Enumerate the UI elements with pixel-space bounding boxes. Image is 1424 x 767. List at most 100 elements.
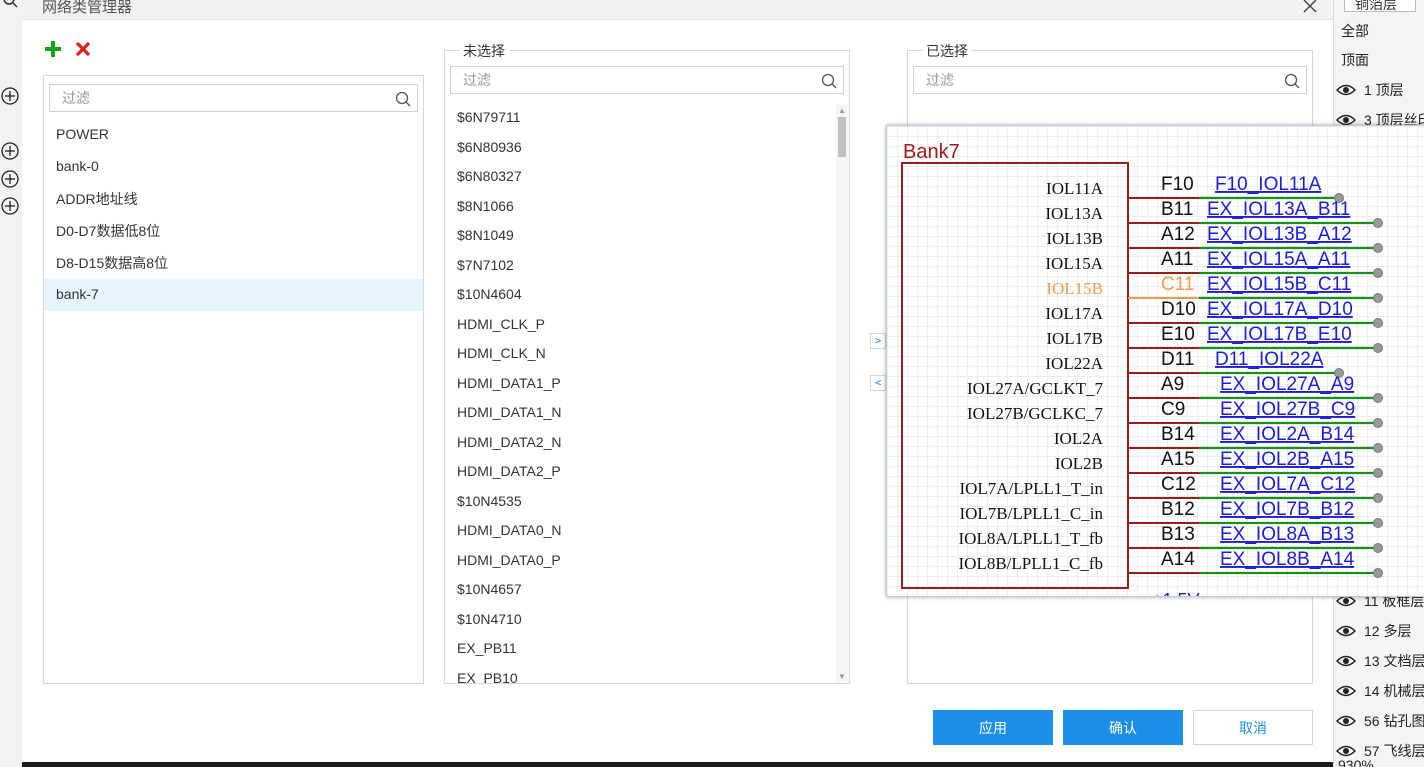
eye-icon[interactable] [1336,714,1356,728]
layers-tab[interactable]: 铜箔层 [1344,0,1416,12]
unselected-net-item[interactable]: HDMI_DATA1_N [445,398,835,428]
eye-icon[interactable] [1336,654,1356,668]
unselected-net-item[interactable]: HDMI_DATA1_P [445,369,835,399]
net-label[interactable]: EX_IOL17A_D10 [1207,299,1353,320]
close-icon[interactable] [1302,0,1318,14]
class-list-item[interactable]: POWER [44,119,423,151]
search-icon[interactable] [2,0,18,8]
unselected-net-item[interactable]: $8N1066 [445,192,835,222]
class-list-item[interactable]: D8-D15数据高8位 [44,248,423,280]
unselected-scrollbar[interactable]: ▲ ▼ [836,105,848,683]
unselected-net-item[interactable]: $8N1049 [445,221,835,251]
net-label[interactable]: D11_IOL22A [1215,349,1324,370]
selected-filter [913,66,1307,94]
layer-item[interactable]: 12 多层 [1334,618,1411,644]
search-icon[interactable] [821,73,837,89]
ball-label: A11 [1161,249,1193,270]
net-label[interactable]: EX_IOL7A_C12 [1220,474,1355,495]
unselected-net-item[interactable]: HDMI_DATA2_P [445,457,835,487]
unselected-net-item[interactable]: EX_PB11 [445,634,835,664]
net-label[interactable]: EX_IOL15A_A11 [1207,249,1350,270]
class-list-item[interactable]: bank-7 [44,279,423,311]
ball-label: A14 [1161,549,1195,570]
pin-label: IOL27A/GCLKT_7 [967,379,1103,398]
bank7-block [901,162,1129,589]
net-endpoint [1373,468,1383,478]
net-label[interactable]: F10_IOL11A [1215,174,1322,195]
apply-button[interactable]: 应用 [933,710,1053,745]
expand-plus-icon[interactable] [0,196,20,216]
confirm-button[interactable]: 确认 [1063,710,1183,745]
layer-label: 1 顶层 [1364,82,1404,98]
ball-label: A12 [1161,224,1195,245]
unselected-net-item[interactable]: $6N79711 [445,103,835,133]
layer-item[interactable]: 14 机械层 [1334,678,1424,704]
search-icon[interactable] [395,91,411,107]
net-label[interactable]: EX_IOL8B_A14 [1220,549,1355,570]
unselected-net-item[interactable]: $7N7102 [445,251,835,281]
cancel-button[interactable]: 取消 [1193,710,1313,745]
net-label[interactable]: EX_IOL8A_B13 [1220,524,1354,545]
net-label[interactable]: EX_IOL15B_C11 [1207,274,1351,295]
ball-label: A15 [1161,449,1195,470]
unselected-net-item[interactable]: $6N80327 [445,162,835,192]
expand-plus-icon[interactable] [0,86,20,106]
ball-label: B13 [1161,524,1195,545]
net-endpoint [1373,568,1383,578]
unselected-net-item[interactable]: $10N4535 [445,487,835,517]
class-list: POWER bank-0 ADDR地址线 D0-D7数据低8位 D8-D15数据高8位 b… [44,119,423,311]
net-label[interactable]: EX_IOL2A_B14 [1220,424,1355,445]
unselected-net-item[interactable]: HDMI_DATA0_N [445,516,835,546]
expand-plus-icon[interactable] [0,169,20,189]
bank7-schematic: Bank7 IOL11A F10 F10_IOL11A IOL13A B11 EX_IOL1… [901,141,1383,596]
class-filter-input[interactable] [50,85,417,111]
layer-item[interactable]: 顶面 [1334,47,1369,73]
layer-item[interactable]: 全部 [1334,18,1369,44]
scroll-down-icon[interactable]: ▼ [836,671,848,683]
scrollbar-thumb[interactable] [838,117,846,157]
expand-plus-icon[interactable] [0,141,20,161]
net-label[interactable]: EX_IOL27A_A9 [1220,374,1354,395]
net-endpoint [1373,343,1383,353]
pin-label: IOL13B [1046,229,1103,248]
net-label[interactable]: EX_IOL7B_B12 [1220,499,1354,520]
net-label[interactable]: EX_IOL13B_A12 [1207,224,1352,245]
unselected-filter-input[interactable] [451,67,843,93]
net-endpoint [1373,393,1383,403]
layer-item[interactable]: 13 文档层 [1334,648,1424,674]
move-left-button[interactable]: < [870,375,886,391]
unselected-net-item[interactable]: HDMI_DATA2_N [445,428,835,458]
net-label[interactable]: EX_IOL17B_E10 [1207,324,1352,345]
search-icon[interactable] [1284,73,1300,89]
class-list-item[interactable]: bank-0 [44,151,423,183]
class-list-item[interactable]: D0-D7数据低8位 [44,216,423,248]
unselected-net-item[interactable]: $10N4604 [445,280,835,310]
move-right-button[interactable]: > [870,333,886,349]
class-list-item[interactable]: ADDR地址线 [44,182,423,216]
layer-item[interactable]: 1 顶层 [1334,77,1404,103]
scroll-up-icon[interactable]: ▲ [836,105,848,117]
layer-item[interactable]: 56 钻孔图 [1334,708,1424,734]
net-label[interactable]: EX_IOL2B_A15 [1220,449,1354,470]
layer-label: 56 钻孔图 [1364,713,1424,729]
unselected-net-item[interactable]: EX_PB10 [445,664,835,684]
delete-class-icon[interactable] [74,40,92,58]
net-endpoint [1373,418,1383,428]
net-endpoint [1373,443,1383,453]
eye-icon[interactable] [1336,684,1356,698]
unselected-net-item[interactable]: $10N4710 [445,605,835,635]
unselected-net-item[interactable]: HDMI_CLK_N [445,339,835,369]
eye-icon[interactable] [1336,83,1356,97]
net-label[interactable]: EX_IOL13A_B11 [1207,199,1350,220]
ball-label: A9 [1161,374,1184,395]
unselected-net-item[interactable]: HDMI_CLK_P [445,310,835,340]
unselected-net-item[interactable]: $10N4657 [445,575,835,605]
selected-filter-input[interactable] [914,67,1306,93]
net-label[interactable]: EX_IOL27B_C9 [1220,399,1355,420]
ball-label: C12 [1161,474,1196,495]
add-class-icon[interactable] [44,40,62,58]
eye-icon[interactable] [1336,624,1356,638]
pin-label: IOL15A [1045,254,1103,273]
unselected-net-item[interactable]: HDMI_DATA0_P [445,546,835,576]
unselected-net-item[interactable]: $6N80936 [445,133,835,163]
